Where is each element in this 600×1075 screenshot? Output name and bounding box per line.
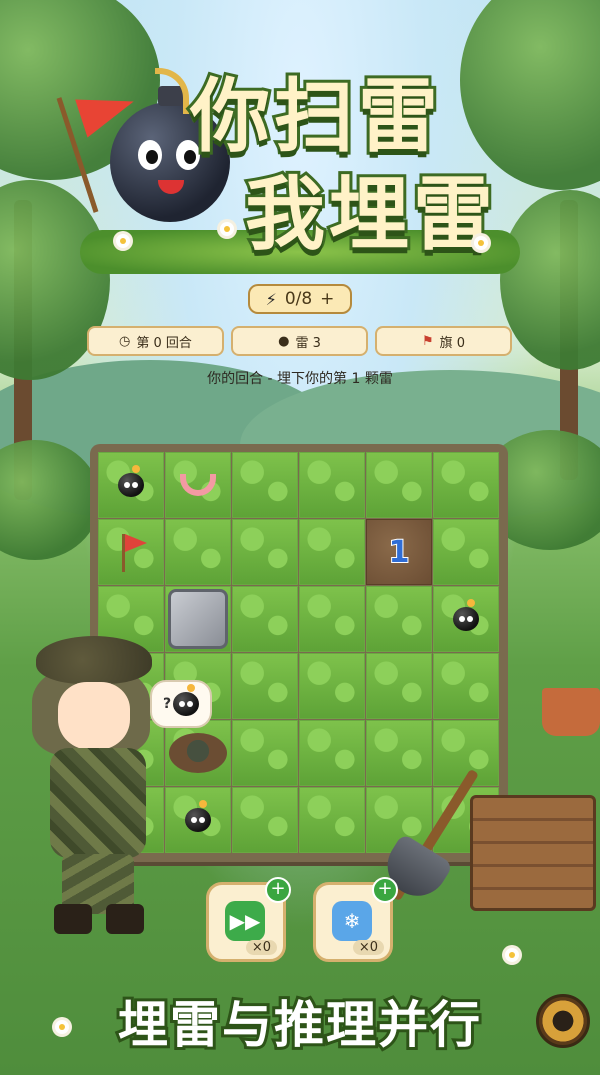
turn-status: 你的回合 - 埋下你的第 1 颗雷 bbox=[207, 371, 393, 387]
board-cell[interactable] bbox=[232, 519, 298, 585]
skip-turn-item-button[interactable]: ▶▶ + ×0 bbox=[206, 877, 291, 962]
flower-icon bbox=[220, 222, 234, 236]
round-label: 第 0 回合 bbox=[136, 335, 192, 351]
board-cell[interactable] bbox=[299, 720, 365, 786]
energy-value: 0/8 bbox=[284, 289, 313, 309]
lightning-icon: ⚡ bbox=[265, 289, 277, 309]
gear-icon[interactable] bbox=[536, 994, 590, 1048]
add-item-icon[interactable]: + bbox=[372, 877, 398, 903]
bomb-icon bbox=[173, 684, 200, 716]
flower-pot bbox=[542, 688, 600, 736]
flower-icon bbox=[116, 234, 130, 248]
bomb-icon: ● bbox=[278, 333, 290, 349]
board-cell[interactable] bbox=[299, 787, 365, 853]
board-cell[interactable] bbox=[232, 452, 298, 518]
game-screen: 你扫雷 我埋雷 ⚡ 0/8 + ◷ 第 0 回合 ● 雷 3 ⚑ 旗 0 你的回… bbox=[0, 0, 600, 1075]
bomb-icon bbox=[453, 599, 479, 631]
board-cell[interactable] bbox=[366, 653, 432, 719]
item-count: ×0 bbox=[245, 940, 277, 955]
board-cell[interactable] bbox=[433, 452, 499, 518]
revealed-cell[interactable]: 1 bbox=[366, 519, 432, 585]
buried-mine-icon bbox=[169, 733, 227, 773]
flower-icon bbox=[474, 236, 488, 250]
mines-label: 雷 3 bbox=[295, 335, 321, 351]
add-energy-icon[interactable]: + bbox=[320, 289, 334, 309]
board-cell[interactable] bbox=[433, 586, 499, 652]
bomb-icon bbox=[185, 800, 211, 832]
board-cell[interactable] bbox=[165, 787, 231, 853]
worm-icon bbox=[180, 474, 216, 496]
stone-block-icon bbox=[168, 589, 228, 649]
board-cell[interactable] bbox=[98, 452, 164, 518]
title-line-2: 我埋雷 bbox=[242, 165, 497, 264]
board-cell[interactable] bbox=[433, 519, 499, 585]
speech-bubble: ? bbox=[150, 680, 212, 728]
board-cell[interactable] bbox=[299, 653, 365, 719]
board-cell[interactable] bbox=[165, 452, 231, 518]
wooden-crate bbox=[470, 795, 596, 911]
board-cell[interactable] bbox=[98, 519, 164, 585]
fast-forward-icon: ▶▶ bbox=[225, 901, 265, 941]
board-cell[interactable] bbox=[232, 787, 298, 853]
bomb-icon bbox=[118, 465, 144, 497]
board-cell[interactable] bbox=[232, 720, 298, 786]
game-logo: 你扫雷 我埋雷 bbox=[56, 40, 530, 274]
flags-chip: ⚑ 旗 0 bbox=[375, 326, 512, 356]
board-cell[interactable] bbox=[165, 519, 231, 585]
board-cell[interactable] bbox=[433, 653, 499, 719]
flag-icon: ⚑ bbox=[421, 333, 434, 349]
board-cell[interactable] bbox=[366, 452, 432, 518]
board-cell[interactable] bbox=[165, 720, 231, 786]
board-cell[interactable] bbox=[232, 586, 298, 652]
flag-icon bbox=[116, 532, 147, 572]
board-cell[interactable] bbox=[299, 519, 365, 585]
tagline: 埋雷与推理并行 bbox=[115, 993, 483, 1057]
board-cell[interactable] bbox=[299, 452, 365, 518]
freeze-item-button[interactable]: ❄ + ×0 bbox=[313, 877, 398, 962]
flags-label: 旗 0 bbox=[439, 335, 466, 351]
snowflake-icon: ❄ bbox=[332, 901, 372, 941]
board-cell[interactable] bbox=[366, 586, 432, 652]
flower-icon bbox=[55, 1020, 69, 1034]
item-count: ×0 bbox=[352, 940, 384, 955]
board-cell[interactable] bbox=[299, 586, 365, 652]
board-cell[interactable] bbox=[165, 586, 231, 652]
soldier-character bbox=[28, 636, 168, 936]
flower-icon bbox=[505, 948, 519, 962]
mine-count-number: 1 bbox=[388, 534, 411, 571]
round-chip: ◷ 第 0 回合 bbox=[87, 326, 224, 356]
board-cell[interactable] bbox=[232, 653, 298, 719]
clock-icon: ◷ bbox=[119, 333, 131, 349]
add-item-icon[interactable]: + bbox=[265, 877, 291, 903]
mines-chip: ● 雷 3 bbox=[231, 326, 368, 356]
energy-counter[interactable]: ⚡ 0/8 + bbox=[248, 284, 352, 314]
question-mark: ? bbox=[162, 696, 172, 712]
board-cell[interactable] bbox=[366, 720, 432, 786]
bomb-fuse bbox=[155, 68, 189, 114]
